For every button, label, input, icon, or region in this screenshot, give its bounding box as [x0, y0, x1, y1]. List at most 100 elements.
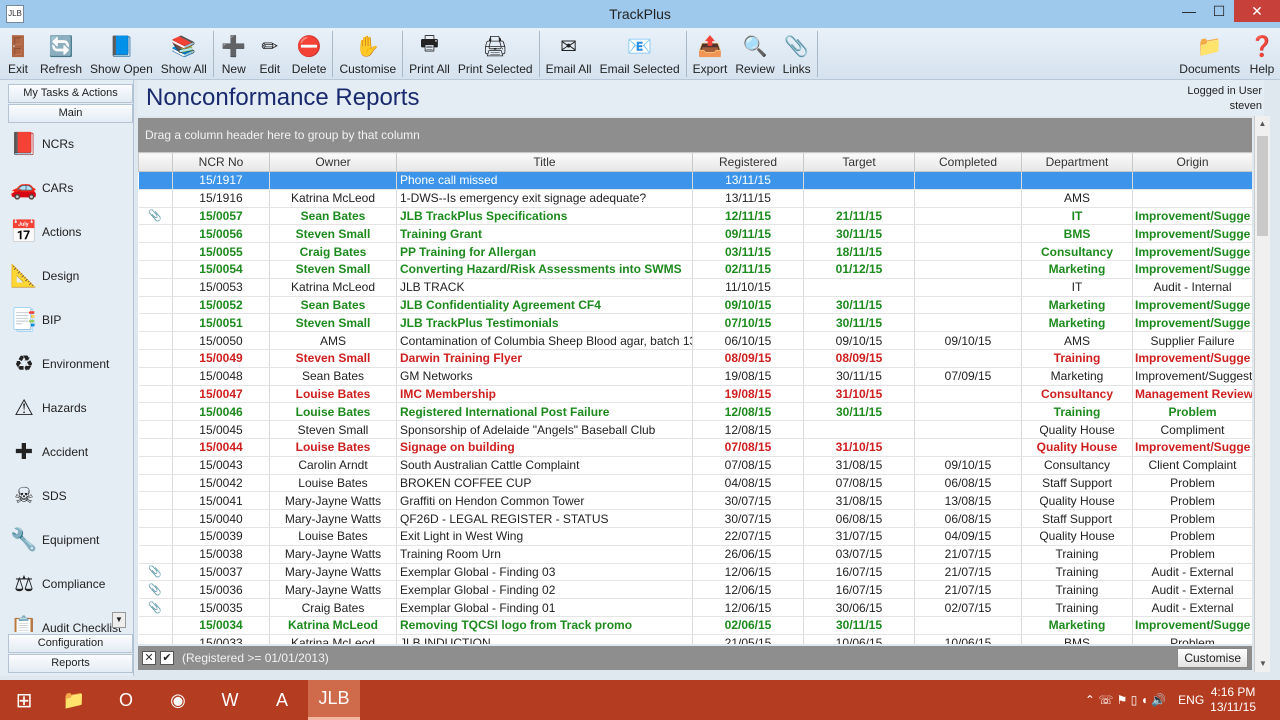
help-button[interactable]: ❓ Help	[1244, 28, 1280, 80]
table-row[interactable]: 15/0045 Steven Small Sponsorship of Adelai…	[138, 420, 1252, 439]
column-header-owner[interactable]: Owner	[269, 152, 397, 172]
nav-item-bip[interactable]: 📑 BIP	[8, 298, 126, 342]
start-button-icon[interactable]: ⊞	[0, 680, 48, 720]
nav-item-hazards[interactable]: ⚠ Hazards	[8, 386, 126, 430]
table-row[interactable]: 15/0042 Louise Bates BROKEN COFFEE CUP 04/0…	[138, 474, 1252, 493]
table-row[interactable]: 15/1916 Katrina McLeod 1-DWS--Is emergency…	[138, 189, 1252, 208]
filter-enabled-checkbox[interactable]: ✔	[160, 651, 174, 665]
table-cell: South Australian Cattle Complaint	[396, 456, 693, 475]
maximize-button[interactable]: ☐	[1204, 0, 1234, 22]
links-button[interactable]: 📎 Links	[779, 28, 815, 80]
table-row[interactable]: 15/0056 Steven Small Training Grant 09/11/1…	[138, 224, 1252, 244]
table-row[interactable]: 15/0054 Steven Small Converting Hazard/Ris…	[138, 260, 1252, 279]
new-button[interactable]: ➕ New	[216, 28, 252, 80]
table-row[interactable]: 📎 15/0036 Mary-Jayne Watts Exemplar Global …	[138, 580, 1252, 600]
print-selected-button[interactable]: 🖨 Print Selected	[454, 28, 537, 80]
table-row[interactable]: 15/0050 AMS Contamination of Columbia Shee…	[138, 331, 1252, 350]
export-button[interactable]: 📤 Export	[689, 28, 732, 80]
column-header-department[interactable]: Department	[1021, 152, 1133, 172]
clear-filter-icon[interactable]: ✕	[142, 651, 156, 665]
table-row[interactable]: 15/0048 Sean Bates GM Networks 19/08/15 30/1…	[138, 367, 1252, 386]
table-row[interactable]: 15/0038 Mary-Jayne Watts Training Room Urn…	[138, 545, 1252, 564]
acrobat-icon[interactable]: A	[256, 680, 308, 720]
show-open-button[interactable]: 📘 Show Open	[86, 28, 157, 80]
scroll-up-icon[interactable]: ▲	[1255, 116, 1270, 132]
nav-item-accident[interactable]: ✚ Accident	[8, 430, 126, 474]
column-header-attachment[interactable]	[138, 152, 173, 172]
outlook-icon[interactable]: O	[100, 680, 152, 720]
nav-item-ncrs[interactable]: 📕 NCRs	[8, 122, 126, 166]
email-all-button[interactable]: ✉ Email All	[542, 28, 596, 80]
nav-item-compliance[interactable]: ⚖ Compliance	[8, 562, 126, 606]
column-header-title[interactable]: Title	[396, 152, 693, 172]
configuration-button[interactable]: Configuration	[8, 634, 133, 653]
print-all-button[interactable]: 🖶 Print All	[405, 28, 454, 80]
column-header-ncr-no[interactable]: NCR No	[172, 152, 270, 172]
nav-scroll-down-button[interactable]: ▼	[112, 612, 126, 628]
column-header-registered[interactable]: Registered	[692, 152, 804, 172]
table-row[interactable]: 15/0041 Mary-Jayne Watts Graffiti on Hendo…	[138, 491, 1252, 511]
nav-item-environment[interactable]: ♻ Environment	[8, 342, 126, 386]
table-row[interactable]: 15/0046 Louise Bates Registered Internatio…	[138, 402, 1252, 422]
table-row[interactable]: 15/0051 Steven Small JLB TrackPlus Testimo…	[138, 313, 1252, 333]
refresh-button[interactable]: 🔄 Refresh	[36, 28, 86, 80]
documents-button[interactable]: 📁 Documents	[1175, 28, 1244, 80]
minimize-button[interactable]: —	[1174, 0, 1204, 22]
table-row[interactable]: 15/0049 Steven Small Darwin Training Flyer…	[138, 349, 1252, 368]
table-row[interactable]: 15/0047 Louise Bates IMC Membership 19/08/1…	[138, 385, 1252, 404]
group-by-panel[interactable]: Drag a column header here to group by th…	[138, 118, 1252, 152]
column-header-origin[interactable]: Origin	[1132, 152, 1252, 172]
show-all-button[interactable]: 📚 Show All	[157, 28, 211, 80]
language-indicator[interactable]: ENG	[1178, 693, 1204, 707]
file-explorer-icon[interactable]: 📁	[48, 680, 100, 720]
table-row[interactable]: 📎 15/0057 Sean Bates JLB TrackPlus Specific…	[138, 207, 1252, 226]
nav-item-audit-checklist[interactable]: 📋 Audit Checklist	[8, 606, 126, 632]
table-cell: 21/11/15	[803, 207, 915, 226]
table-cell: 09/10/15	[803, 331, 915, 350]
table-row[interactable]: 📎 15/0037 Mary-Jayne Watts Exemplar Global …	[138, 563, 1252, 582]
trackplus-icon[interactable]: JLB	[308, 680, 360, 720]
customise-button[interactable]: ✋ Customise	[335, 28, 400, 80]
table-cell: 1-DWS--Is emergency exit signage adequat…	[396, 189, 693, 208]
my-tasks-button[interactable]: My Tasks & Actions	[8, 84, 133, 103]
table-row[interactable]: 15/1917 Phone call missed 13/11/15	[138, 171, 1252, 190]
filter-customise-button[interactable]: Customise	[1177, 648, 1248, 668]
email-selected-button[interactable]: 📧 Email Selected	[596, 28, 684, 80]
table-row[interactable]: 📎 15/0035 Craig Bates Exemplar Global - Fin…	[138, 598, 1252, 617]
main-section-button[interactable]: Main	[8, 104, 133, 123]
grid-scrollbar[interactable]: ▲ ▼	[1254, 116, 1270, 672]
clock[interactable]: 4:16 PM 13/11/15	[1210, 685, 1256, 715]
nav-item-equipment[interactable]: 🔧 Equipment	[8, 518, 126, 562]
exit-button[interactable]: 🚪 Exit	[0, 28, 36, 80]
nav-item-design[interactable]: 📐 Design	[8, 254, 126, 298]
scroll-thumb[interactable]	[1257, 136, 1268, 236]
nav-item-sds[interactable]: ☠ SDS	[8, 474, 126, 518]
table-cell: 07/08/15	[692, 456, 804, 475]
table-row[interactable]: 15/0034 Katrina McLeod Removing TQCSI logo…	[138, 616, 1252, 635]
column-header-target[interactable]: Target	[803, 152, 915, 172]
nav-item-cars[interactable]: 🚗 CARs	[8, 166, 126, 210]
close-button[interactable]: ✕	[1234, 0, 1280, 22]
table-row[interactable]: 15/0055 Craig Bates PP Training for Allerg…	[138, 242, 1252, 261]
table-row[interactable]: 15/0033 Katrina McLeod JLB INDUCTION 21/05/…	[138, 634, 1252, 644]
nav-item-actions[interactable]: 📅 Actions	[8, 210, 126, 254]
delete-button[interactable]: ⛔ Delete	[288, 28, 331, 80]
table-row[interactable]: 15/0052 Sean Bates JLB Confidentiality Agr…	[138, 296, 1252, 315]
table-row[interactable]: 15/0040 Mary-Jayne Watts QF26D - LEGAL REG…	[138, 509, 1252, 528]
table-cell: JLB INDUCTION	[396, 634, 693, 644]
table-cell: Training	[1021, 598, 1133, 617]
column-header-completed[interactable]: Completed	[914, 152, 1022, 172]
table-row[interactable]: 15/0044 Louise Bates Signage on building 07…	[138, 438, 1252, 457]
review-button[interactable]: 🔍 Review	[731, 28, 778, 80]
scroll-down-icon[interactable]: ▼	[1255, 656, 1271, 672]
table-row[interactable]: 15/0053 Katrina McLeod JLB TRACK 11/10/15 IT…	[138, 278, 1252, 297]
reports-button[interactable]: Reports	[8, 654, 133, 673]
edit-button[interactable]: ✏ Edit	[252, 28, 288, 80]
attachment-cell	[138, 331, 173, 350]
filter-expression[interactable]: (Registered >= 01/01/2013)	[182, 651, 329, 665]
tray-icons[interactable]: ⌃ ☏ ⚑ ▯ ◖ 🔊	[1085, 693, 1166, 707]
table-row[interactable]: 15/0043 Carolin Arndt South Australian Cat…	[138, 456, 1252, 475]
word-icon[interactable]: W	[204, 680, 256, 720]
table-row[interactable]: 15/0039 Louise Bates Exit Light in West Wi…	[138, 527, 1252, 546]
chrome-icon[interactable]: ◉	[152, 680, 204, 720]
